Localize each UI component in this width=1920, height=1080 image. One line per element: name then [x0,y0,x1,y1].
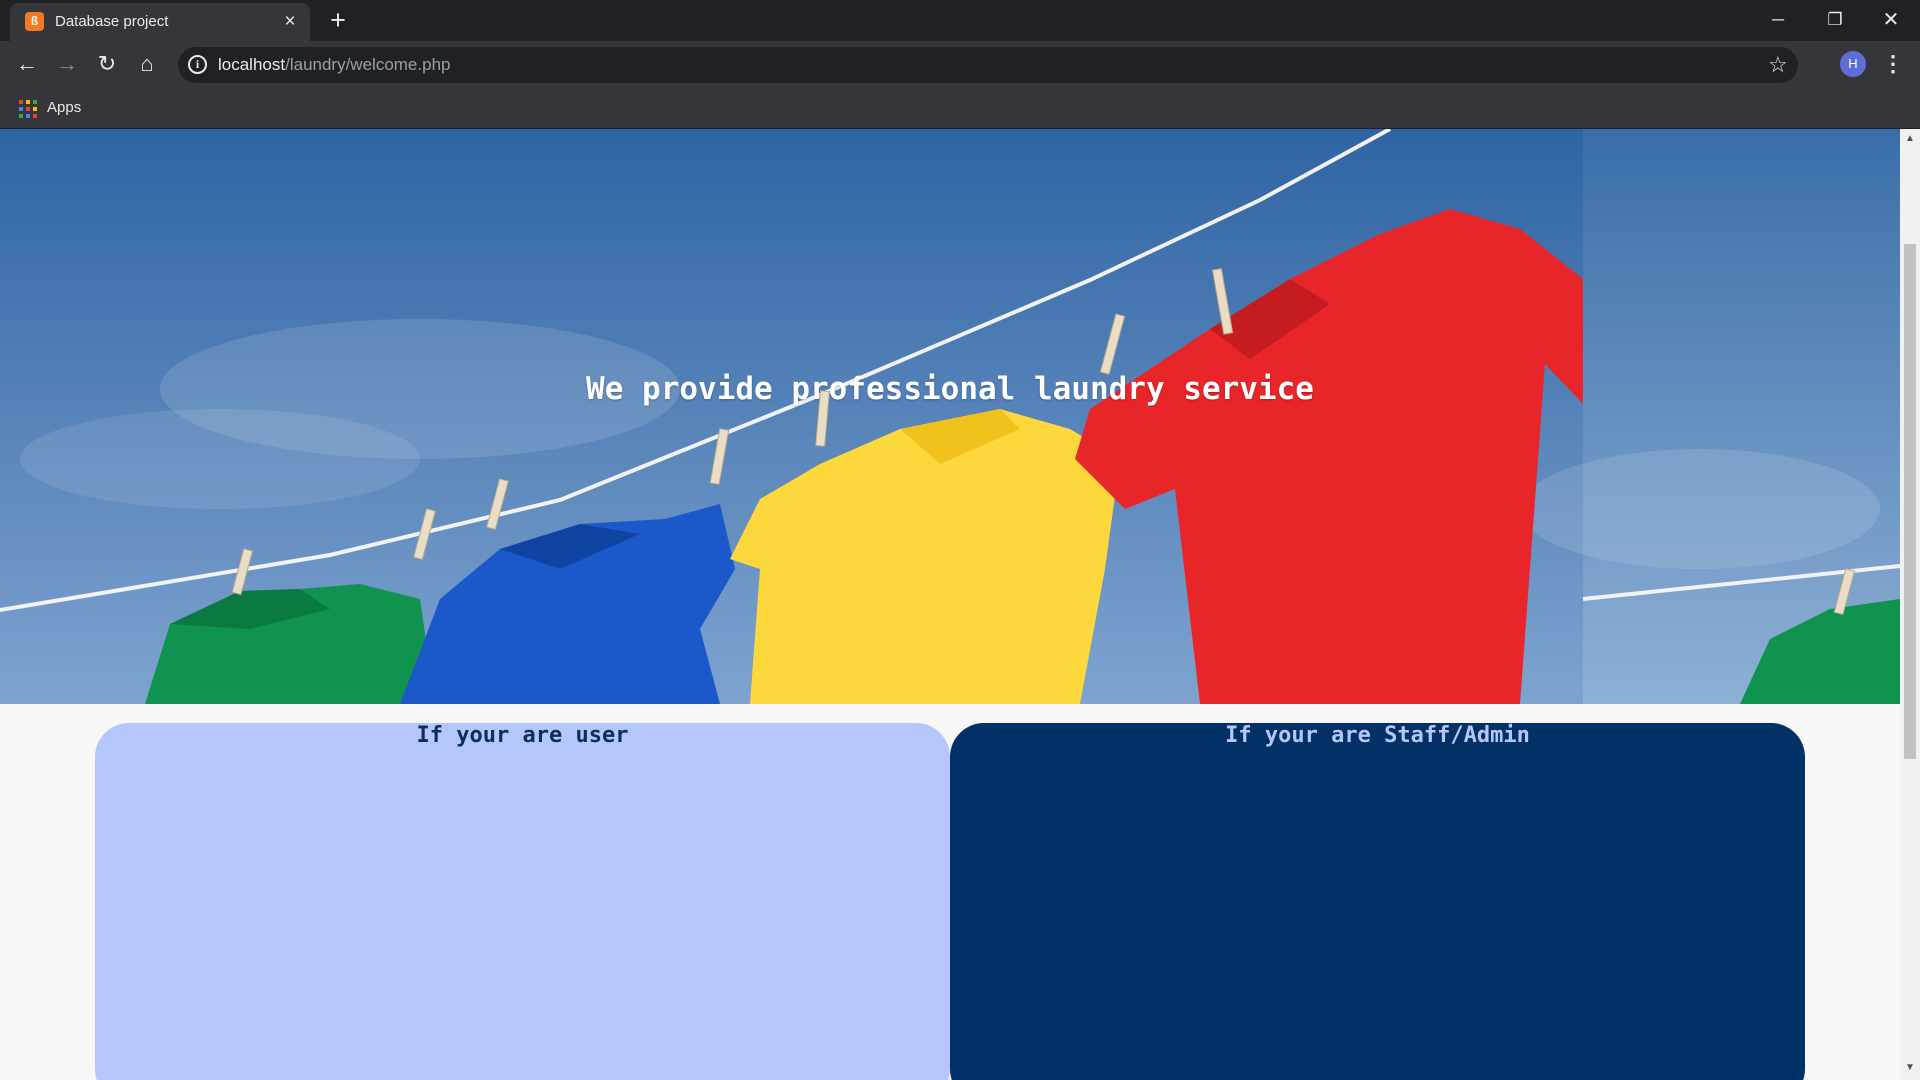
admin-card-label[interactable]: If your are Staff/Admin [950,723,1805,748]
laundry-clothesline-image [0,129,1900,704]
browser-menu-icon[interactable]: ⋮ [1882,49,1904,79]
bookmark-star-icon[interactable]: ☆ [1768,51,1788,79]
hero-banner: We provide professional laundry service [0,129,1900,704]
tab-close-icon[interactable]: × [280,12,300,32]
hero-headline: We provide professional laundry service [586,371,1314,407]
page-viewport: We provide professional laundry service … [0,129,1900,1080]
address-bar[interactable]: i localhost/laundry/welcome.php ☆ [178,47,1798,83]
url-path: /laundry/welcome.php [285,55,451,74]
apps-bookmark-label[interactable]: Apps [47,98,81,118]
home-icon[interactable]: ⌂ [132,49,162,79]
staff-admin-login-card[interactable]: If your are Staff/Admin [950,723,1805,1080]
scroll-down-arrow-icon[interactable]: ▼ [1904,1062,1916,1074]
apps-grid-icon[interactable] [19,100,37,118]
new-tab-button[interactable]: + [325,7,351,34]
user-login-card[interactable]: If your are user [95,723,950,1080]
back-arrow-icon[interactable]: ← [12,49,42,79]
profile-avatar[interactable]: H [1840,51,1866,77]
close-window-button[interactable]: ✕ [1868,4,1914,36]
minimize-window-button[interactable]: ─ [1755,4,1801,36]
scrollbar-thumb[interactable] [1904,244,1916,759]
tab-title: Database project [55,13,169,30]
address-url[interactable]: localhost/laundry/welcome.php [218,55,450,75]
browser-tabstrip: ß Database project × + ─ ❐ ✕ [0,0,1920,41]
forward-arrow-icon[interactable]: → [52,49,82,79]
browser-toolbar: ← → ↻ ⌂ i localhost/laundry/welcome.php … [0,41,1920,88]
reload-icon[interactable]: ↻ [92,49,122,79]
xampp-favicon-icon: ß [25,12,44,31]
bookmarks-bar: Apps [0,88,1920,129]
scroll-up-arrow-icon[interactable]: ▲ [1904,133,1916,145]
site-info-icon[interactable]: i [188,55,207,74]
user-card-label[interactable]: If your are user [95,723,950,748]
browser-tab[interactable]: ß Database project × [10,3,310,41]
url-host: localhost [218,55,286,74]
page-scrollbar[interactable]: ▲ ▼ [1900,129,1920,1080]
restore-window-button[interactable]: ❐ [1812,4,1858,36]
